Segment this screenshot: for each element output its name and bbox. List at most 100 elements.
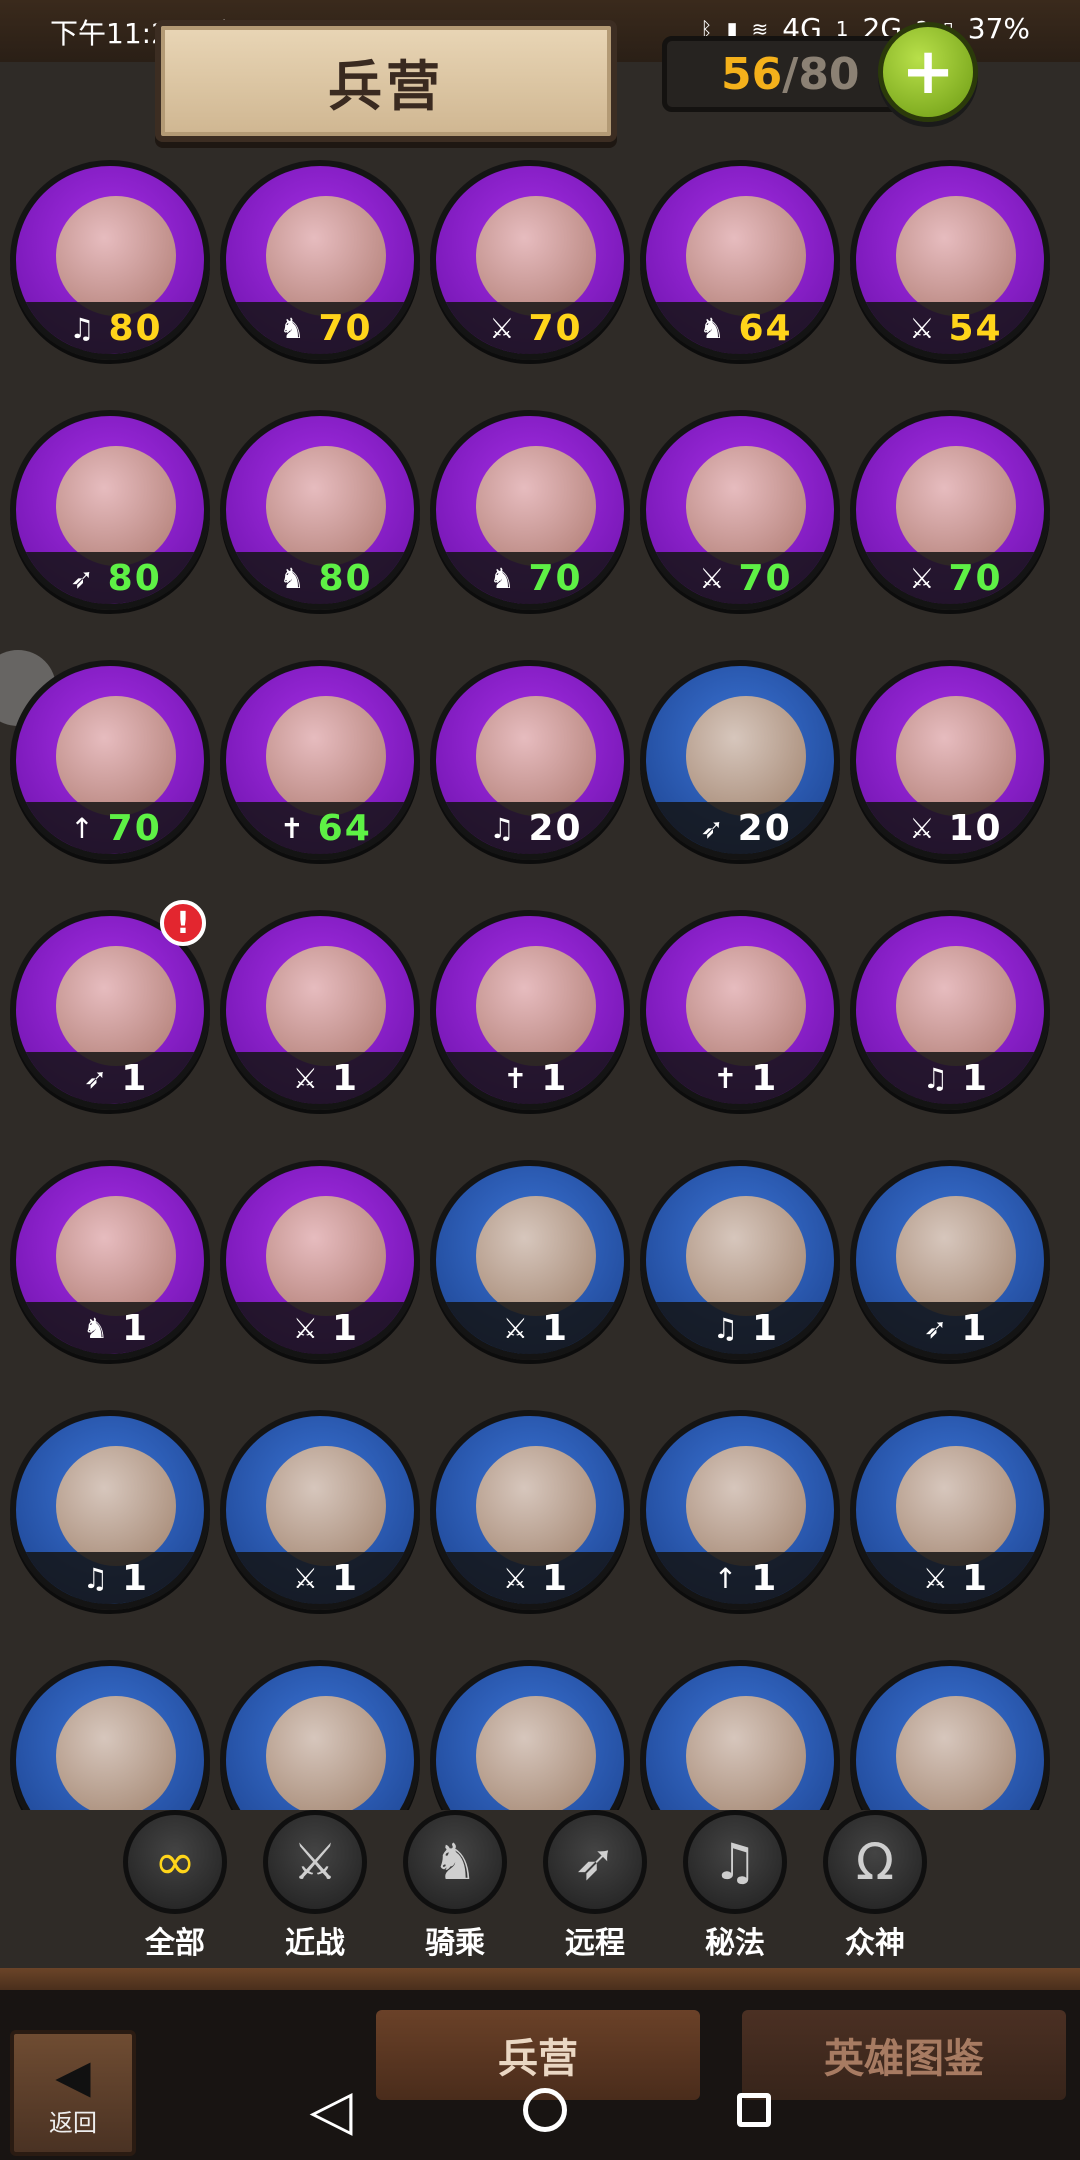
magic-icon: ♫: [712, 1311, 739, 1345]
hero-card[interactable]: ⚔ 1: [220, 910, 420, 1110]
hero-card[interactable]: ♞ 80: [220, 410, 420, 610]
nav-back-icon[interactable]: ◁: [309, 2078, 352, 2143]
hero-portrait: [266, 1196, 386, 1316]
filter-bow[interactable]: ➶ 远程: [525, 1810, 665, 1961]
hero-portrait: [266, 1446, 386, 1566]
hero-card[interactable]: ♞ 70: [220, 160, 420, 360]
hero-card[interactable]: ♫ 1: [10, 1410, 210, 1610]
hero-card[interactable]: ♞ 70: [430, 410, 630, 610]
hero-card[interactable]: ↑ 70: [10, 660, 210, 860]
hero-portrait: [56, 196, 176, 316]
hero-card[interactable]: [10, 1660, 210, 1810]
magic-icon: ♫: [922, 1061, 949, 1095]
hero-level-badge: ✝ 64: [226, 802, 414, 854]
hero-card[interactable]: ♞ 64: [640, 160, 840, 360]
filter-omega[interactable]: Ω 众神: [805, 1810, 945, 1961]
hero-level: 1: [961, 1307, 989, 1349]
hero-card[interactable]: ♫ 80: [10, 160, 210, 360]
cavalry-icon: ♞: [82, 1311, 109, 1345]
hero-card[interactable]: [640, 1660, 840, 1810]
hero-portrait: [476, 696, 596, 816]
filter-label: 远程: [565, 1926, 625, 1961]
hero-portrait: [266, 696, 386, 816]
hero-level: 64: [317, 807, 372, 849]
hero-portrait: [56, 1446, 176, 1566]
nav-recents-icon[interactable]: [736, 2093, 771, 2127]
hero-portrait: [476, 446, 596, 566]
hero-level: 70: [318, 307, 373, 349]
hero-card[interactable]: ➶ 20: [640, 660, 840, 860]
hero-portrait: [266, 446, 386, 566]
magic-icon: ♫: [683, 1810, 787, 1914]
filter-infinity[interactable]: ∞ 全部: [105, 1810, 245, 1961]
plus-icon: +: [901, 35, 955, 109]
add-capacity-button[interactable]: +: [878, 22, 978, 122]
hero-level-badge: ✝ 1: [646, 1052, 834, 1104]
hero-card[interactable]: [430, 1660, 630, 1810]
hero-card[interactable]: ⚔ 1: [430, 1160, 630, 1360]
hero-row: ♫ 80 ♞ 70 ⚔ 70 ♞ 64 ⚔ 54: [10, 150, 1070, 380]
hero-card[interactable]: ♫ 1: [850, 910, 1050, 1110]
hero-card[interactable]: ⚔ 70: [640, 410, 840, 610]
magic-icon: ♫: [82, 1561, 109, 1595]
hero-level: 70: [528, 307, 583, 349]
hero-card[interactable]: ➶ 1: [850, 1160, 1050, 1360]
hero-card[interactable]: [220, 1660, 420, 1810]
troop-counter: 56 / 80: [662, 36, 912, 112]
hero-level: 1: [962, 1557, 990, 1599]
hero-card[interactable]: ✝ 1: [430, 910, 630, 1110]
hero-card[interactable]: ⚔ 1: [220, 1160, 420, 1360]
melee-icon: ⚔: [502, 1311, 529, 1345]
filter-horse[interactable]: ♞ 骑乘: [385, 1810, 525, 1961]
hero-level: 80: [318, 557, 373, 599]
hero-portrait: [266, 196, 386, 316]
hero-portrait: [266, 1696, 386, 1810]
filter-magic[interactable]: ♫ 秘法: [665, 1810, 805, 1961]
hero-card[interactable]: ✝ 64: [220, 660, 420, 860]
hero-portrait: [896, 1696, 1016, 1810]
hero-card[interactable]: ⚔ 1: [220, 1410, 420, 1610]
hero-card[interactable]: ⚔ 70: [430, 160, 630, 360]
counter-max: 80: [798, 48, 860, 100]
spear-icon: ↑: [713, 1561, 738, 1595]
hero-row: ♞ 1 ⚔ 1 ⚔ 1 ♫ 1 ➶ 1: [10, 1150, 1070, 1380]
hero-level: 20: [528, 807, 583, 849]
hero-card[interactable]: ↑ 1: [640, 1410, 840, 1610]
hero-level-badge: ⚔ 1: [856, 1552, 1044, 1604]
hero-card[interactable]: ⚔ 54: [850, 160, 1050, 360]
hero-card[interactable]: [850, 1660, 1050, 1810]
hero-row: ➶ 1! ⚔ 1 ✝ 1 ✝ 1 ♫ 1: [10, 900, 1070, 1130]
horse-icon: ♞: [403, 1810, 507, 1914]
hero-portrait: [476, 196, 596, 316]
page-title: 兵营: [328, 54, 444, 118]
hero-card[interactable]: ⚔ 1: [430, 1410, 630, 1610]
hero-level-badge: ↑ 70: [16, 802, 204, 854]
hero-row: ↑ 70 ✝ 64 ♫ 20 ➶ 20 ⚔ 10: [10, 650, 1070, 880]
hero-card[interactable]: ⚔ 1: [850, 1410, 1050, 1610]
hero-card[interactable]: ➶ 80: [10, 410, 210, 610]
hero-card[interactable]: ♫ 20: [430, 660, 630, 860]
battery-percent: 37%: [967, 12, 1030, 45]
hero-level: 70: [948, 557, 1003, 599]
hero-card[interactable]: ✝ 1: [640, 910, 840, 1110]
hero-card[interactable]: ♞ 1: [10, 1160, 210, 1360]
hero-row: ♫ 1 ⚔ 1 ⚔ 1 ↑ 1 ⚔ 1: [10, 1400, 1070, 1630]
hero-portrait: [686, 1696, 806, 1810]
hero-card[interactable]: ⚔ 10: [850, 660, 1050, 860]
ranged-icon: ➶: [83, 1061, 108, 1095]
hero-level: 1: [542, 1557, 570, 1599]
filter-sword[interactable]: ⚔ 近战: [245, 1810, 385, 1961]
title-plaque: 兵营: [155, 20, 617, 142]
nav-home-icon[interactable]: [522, 2088, 567, 2132]
cavalry-icon: ♞: [489, 561, 515, 595]
hero-card[interactable]: ♫ 1: [640, 1160, 840, 1360]
hero-portrait: [476, 1196, 596, 1316]
hero-card[interactable]: ⚔ 70: [850, 410, 1050, 610]
sword-icon: ⚔: [263, 1810, 367, 1914]
hero-level: 80: [107, 557, 162, 599]
hero-level-badge: ♫ 80: [16, 302, 204, 354]
melee-icon: ⚔: [489, 311, 515, 345]
filter-bar: ∞ 全部 ⚔ 近战 ♞ 骑乘 ➶ 远程 ♫ 秘法 Ω 众神: [0, 1810, 1080, 1961]
spear-icon: ↑: [70, 811, 94, 845]
ranged-icon: ➶: [700, 811, 724, 845]
